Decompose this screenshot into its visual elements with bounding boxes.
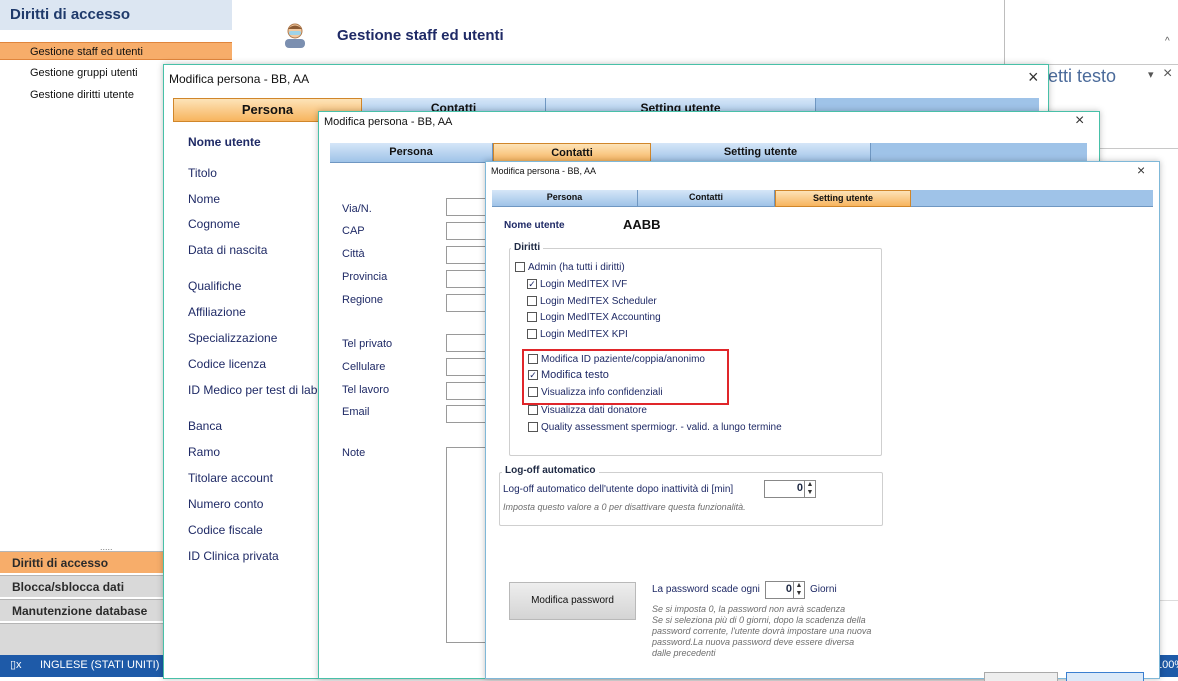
label-codice-licenza: Codice licenza [188, 357, 267, 371]
label-nome-utente: Nome utente [188, 135, 261, 149]
close-icon[interactable]: × [1028, 67, 1039, 88]
label-regione: Regione [342, 294, 383, 306]
label-codice-fiscale: Codice fiscale [188, 523, 263, 537]
right-login-accounting[interactable]: Login MedITEX Accounting [527, 310, 661, 324]
right-admin[interactable]: Admin (ha tutti i diritti) [515, 260, 625, 274]
password-expiry-label: La password scade ogni [652, 584, 760, 595]
label-data-nascita: Data di nascita [188, 243, 268, 257]
label-id-clinica: ID Clinica privata [188, 549, 279, 563]
checkbox-label: Modifica testo [541, 369, 609, 381]
label-titolare-account: Titolare account [188, 471, 273, 485]
password-unit: Giorni [810, 584, 837, 595]
label-specializzazione: Specializzazione [188, 331, 278, 345]
dialog-setting-utente: Modifica persona - BB, AA × Persona Cont… [485, 161, 1160, 681]
label-nome: Nome [188, 192, 221, 206]
username-value: AABB [623, 217, 661, 232]
tab-persona[interactable]: Persona [492, 190, 638, 206]
panel-close-icon[interactable]: × [1163, 65, 1172, 83]
logoff-hint: Imposta questo valore a 0 per disattivar… [503, 502, 746, 512]
checkbox-label: Login MedITEX KPI [540, 328, 628, 340]
label-banca: Banca [188, 419, 223, 433]
checkbox-label: Login MedITEX IVF [540, 278, 628, 290]
label-tel-privato: Tel privato [342, 338, 393, 350]
rights-group-title: Diritti [511, 242, 544, 253]
checkbox[interactable] [527, 296, 537, 306]
checkbox-label: Login MedITEX Accounting [540, 311, 661, 323]
close-icon[interactable]: × [1137, 162, 1145, 178]
checkbox[interactable] [528, 422, 538, 432]
sidebar-item-gestione-staff[interactable]: Gestione staff ed utenti [0, 42, 232, 60]
stepper-arrows-icon[interactable]: ▲ ▼ [804, 481, 815, 497]
checkbox[interactable] [528, 354, 538, 364]
password-days-value: 0 [785, 583, 792, 595]
label-id-medico: ID Medico per test di lab [188, 383, 318, 397]
label-cognome: Cognome [188, 217, 241, 231]
label-titolo: Titolo [188, 166, 217, 180]
label-tel-lavoro: Tel lavoro [342, 384, 390, 396]
keyboard-icon: ▯x [10, 659, 22, 671]
checkbox-label: Visualizza info confidenziali [541, 386, 663, 398]
main-header: Gestione staff ed utenti ▾ [232, 0, 1012, 66]
tab-contatti[interactable]: Contatti [493, 143, 651, 163]
tab-bar: Persona Contatti Setting utente [492, 190, 1153, 207]
close-icon[interactable]: × [1075, 112, 1084, 130]
panel-menu-icon[interactable]: ▾ [1148, 68, 1154, 81]
right-login-scheduler[interactable]: Login MedITEX Scheduler [527, 294, 657, 308]
label-ramo: Ramo [188, 445, 221, 459]
logoff-minutes-stepper[interactable]: 0 ▲ ▼ [764, 480, 816, 498]
tab-bar: Persona Contatti Setting utente [330, 143, 1087, 163]
dialog-title: Modifica persona - BB, AA [491, 166, 597, 176]
right-quality-assessment[interactable]: Quality assessment spermiogr. - valid. a… [528, 420, 782, 434]
checkbox[interactable] [528, 387, 538, 397]
page-title: Gestione staff ed utenti [337, 27, 504, 44]
checkbox-label: Visualizza dati donatore [541, 404, 647, 416]
checkbox[interactable] [527, 329, 537, 339]
user-avatar-icon [282, 20, 308, 48]
logoff-minutes-value: 0 [796, 482, 803, 494]
tab-contatti[interactable]: Contatti [638, 190, 775, 206]
tab-setting-utente[interactable]: Setting utente [775, 190, 911, 207]
checkbox-label: Quality assessment spermiogr. - valid. a… [541, 421, 782, 433]
logoff-group [499, 472, 883, 526]
tab-persona[interactable]: Persona [330, 143, 493, 162]
right-modifica-testo[interactable]: ✓ Modifica testo [528, 368, 609, 382]
checkbox-checked[interactable]: ✓ [527, 279, 537, 289]
label-numero-conto: Numero conto [188, 497, 264, 511]
right-login-ivf[interactable]: ✓ Login MedITEX IVF [527, 277, 627, 291]
sidebar-title: Diritti di accesso [0, 0, 232, 30]
label-qualifiche: Qualifiche [188, 279, 242, 293]
modifica-password-button[interactable]: Modifica password [509, 582, 636, 620]
label-affiliazione: Affiliazione [188, 305, 246, 319]
label-cap: CAP [342, 225, 365, 237]
dialog-title: Modifica persona - BB, AA [169, 72, 310, 86]
checkbox-checked[interactable]: ✓ [528, 370, 538, 380]
checkbox[interactable] [527, 312, 537, 322]
label-via: Via/N. [342, 203, 372, 215]
tab-setting-utente[interactable]: Setting utente [651, 143, 871, 162]
label-citta: Città [342, 248, 365, 260]
password-days-stepper[interactable]: 0 ▲ ▼ [765, 581, 805, 599]
checkbox[interactable] [515, 262, 525, 272]
right-modifica-id[interactable]: Modifica ID paziente/coppia/anonimo [528, 352, 705, 366]
language-indicator[interactable]: INGLESE (STATI UNITI) [40, 659, 159, 671]
stepper-arrows-icon[interactable]: ▲ ▼ [793, 582, 804, 598]
label-note: Note [342, 447, 366, 459]
right-visualizza-donatore[interactable]: Visualizza dati donatore [528, 403, 647, 417]
logoff-group-title: Log-off automatico [502, 465, 599, 476]
label-email: Email [342, 406, 370, 418]
right-panel-text: etti testo [1048, 66, 1117, 86]
right-visualizza-info[interactable]: Visualizza info confidenziali [528, 385, 663, 399]
checkbox-label: Login MedITEX Scheduler [540, 295, 657, 307]
logoff-label: Log-off automatico dell'utente dopo inat… [503, 484, 734, 495]
checkbox[interactable] [528, 405, 538, 415]
label-provincia: Provincia [342, 271, 388, 283]
password-hint: Se si imposta 0, la password non avrà sc… [652, 604, 872, 658]
checkbox-label: Admin (ha tutti i diritti) [528, 261, 625, 273]
dialog-title: Modifica persona - BB, AA [324, 116, 453, 128]
collapse-icon[interactable]: ^ [1165, 36, 1170, 47]
checkbox-label: Modifica ID paziente/coppia/anonimo [541, 353, 705, 365]
label-nome-utente: Nome utente [504, 220, 565, 231]
right-login-kpi[interactable]: Login MedITEX KPI [527, 327, 628, 341]
label-cellulare: Cellulare [342, 361, 386, 373]
